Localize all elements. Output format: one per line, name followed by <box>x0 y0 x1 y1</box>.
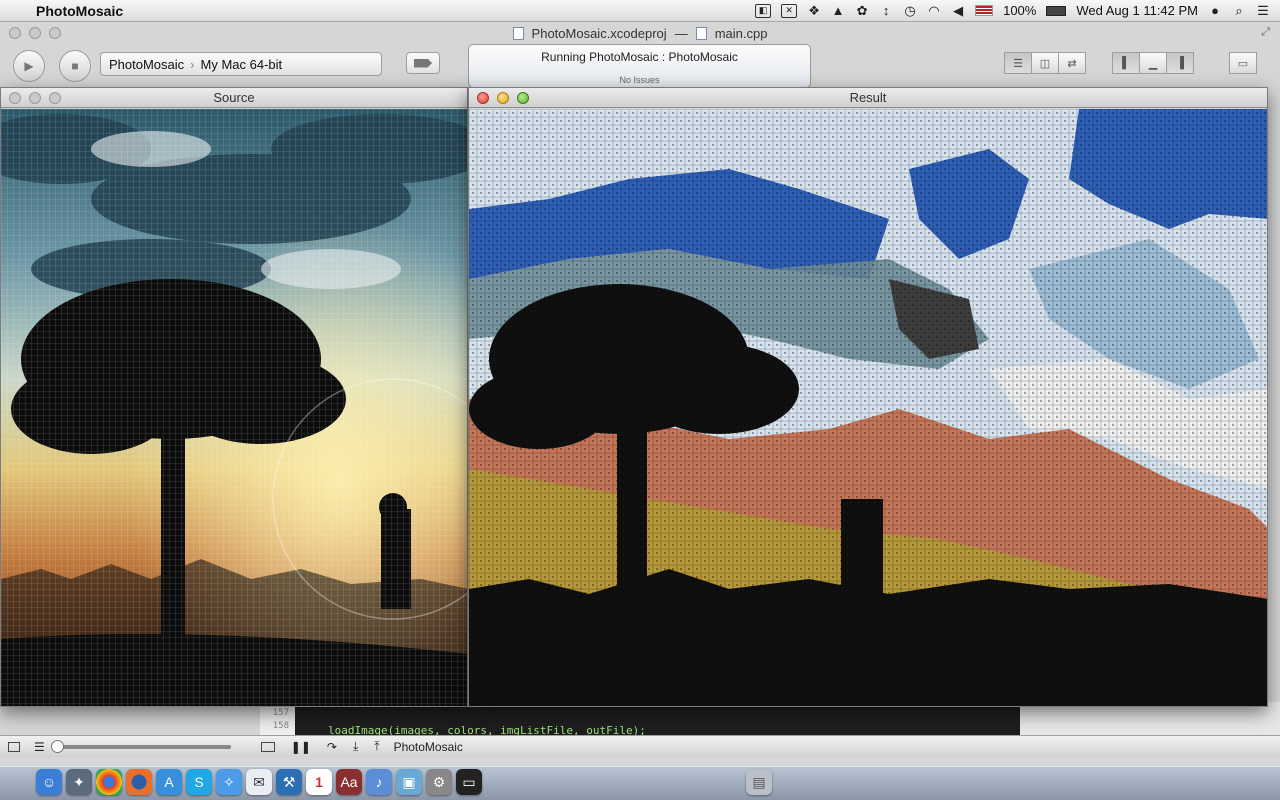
flag-icon[interactable] <box>975 5 994 16</box>
preview-icon[interactable]: ▣ <box>396 769 422 795</box>
firefox-icon[interactable] <box>126 769 152 795</box>
zoom-button[interactable] <box>49 92 61 104</box>
debug-area-toggle-icon[interactable]: ▁ <box>1139 52 1167 74</box>
dictionary-icon[interactable]: Aa <box>336 769 362 795</box>
paw-icon[interactable]: ✿ <box>855 3 869 19</box>
activity-status: Running PhotoMosaic : PhotoMosaic <box>541 50 738 64</box>
chevron-right-icon: › <box>190 56 195 72</box>
stop-icon: ■ <box>71 59 79 73</box>
play-icon: ▶ <box>24 59 34 73</box>
launchpad-icon[interactable]: ✦ <box>66 769 92 795</box>
itunes-icon[interactable]: ♪ <box>366 769 392 795</box>
fullscreen-icon[interactable]: ⤢ <box>1261 26 1270 39</box>
breakpoints-button[interactable] <box>406 52 440 74</box>
standard-editor-icon[interactable]: ☰ <box>1004 52 1032 74</box>
finder-icon[interactable]: ☺ <box>36 769 62 795</box>
organizer-icon[interactable]: ▭ <box>1229 52 1257 74</box>
minimize-button[interactable] <box>29 92 41 104</box>
safari-icon[interactable]: ✧ <box>216 769 242 795</box>
debug-bar: ☰ ❚❚ ↷ ⤓ ⤒ PhotoMosaic <box>0 735 1280 757</box>
spotlight-search-icon[interactable]: ⌕ <box>1232 3 1246 19</box>
system-preferences-icon[interactable]: ⚙ <box>426 769 452 795</box>
project-file-icon <box>512 26 524 40</box>
view-group: ▌ ▁ ▐ <box>1112 52 1194 74</box>
notification-list-icon[interactable]: ☰ <box>1256 3 1270 19</box>
wifi-icon[interactable]: ◠ <box>927 3 941 19</box>
navigator-toggle-icon[interactable]: ▌ <box>1112 52 1140 74</box>
minimize-button[interactable] <box>497 92 509 104</box>
battery-percent[interactable]: 100% <box>1003 3 1036 18</box>
time-machine-icon[interactable]: ◷ <box>903 3 917 19</box>
ical-icon[interactable]: 1 <box>306 769 332 795</box>
scheme-target: PhotoMosaic <box>109 56 185 72</box>
source-image <box>1 109 467 706</box>
scheme-destination: My Mac 64-bit <box>200 56 283 72</box>
app-store-icon[interactable]: A <box>156 769 182 795</box>
scheme-selector[interactable]: PhotoMosaic › My Mac 64-bit <box>100 52 382 76</box>
close-button[interactable] <box>9 92 21 104</box>
pause-icon[interactable]: ❚❚ <box>291 740 311 754</box>
debug-area-toggle[interactable] <box>260 741 275 752</box>
clock[interactable]: Wed Aug 1 11:42 PM <box>1076 3 1198 18</box>
sync-arrows-icon[interactable]: ↕ <box>879 3 893 19</box>
terminal-icon[interactable]: ▭ <box>456 769 482 795</box>
user-icon[interactable]: ● <box>1208 3 1222 19</box>
result-window: Result <box>468 87 1268 707</box>
source-window-controls <box>9 92 61 104</box>
filter-list-icon[interactable]: ☰ <box>34 740 45 754</box>
file-title: main.cpp <box>714 25 768 41</box>
result-window-titlebar[interactable]: Result <box>469 88 1267 108</box>
x-menu-icon[interactable]: ✕ <box>781 3 798 18</box>
trash-icon[interactable]: ▤ <box>746 769 772 795</box>
line-gutter: 157 158 <box>260 707 295 735</box>
menu-bar: PhotoMosaic ◧ ✕ ❖ ▲ ✿ ↕ ◷ ◠ ◀ 100% Wed A… <box>0 0 1280 22</box>
step-over-icon[interactable]: ↷ <box>327 740 337 754</box>
source-window-title: Source <box>213 90 255 105</box>
xcode-title: PhotoMosaic.xcodeproj — main.cpp <box>0 22 1280 44</box>
editor-mode-group: ☰ ◫ ⇄ <box>1004 52 1086 74</box>
title-separator: — <box>674 25 688 41</box>
zoom-button[interactable] <box>517 92 529 104</box>
skype-icon[interactable]: S <box>186 769 212 795</box>
stop-button[interactable]: ■ <box>59 50 91 82</box>
close-button[interactable] <box>477 92 489 104</box>
slider-knob[interactable] <box>50 739 64 753</box>
activity-issues: No Issues <box>619 75 660 85</box>
organizer-group: ▭ <box>1229 52 1257 74</box>
result-window-title: Result <box>849 90 887 105</box>
step-out-icon[interactable]: ⤒ <box>374 739 379 754</box>
volume-icon[interactable]: ◀ <box>951 3 965 19</box>
result-window-controls <box>477 92 529 104</box>
version-editor-icon[interactable]: ⇄ <box>1058 52 1086 74</box>
source-window: Source <box>0 87 468 707</box>
menu-extra-icon[interactable]: ◧ <box>755 3 772 18</box>
step-in-icon[interactable]: ⤓ <box>353 739 358 754</box>
mail-icon[interactable]: ✉ <box>246 769 272 795</box>
breakpoint-icon <box>414 58 432 68</box>
dropbox-icon[interactable]: ❖ <box>807 3 821 19</box>
source-window-titlebar[interactable]: Source <box>1 88 467 108</box>
utilities-toggle-icon[interactable]: ▐ <box>1166 52 1194 74</box>
mosaic-image <box>469 109 1267 706</box>
line-number: 158 <box>272 721 289 731</box>
chrome-icon[interactable] <box>96 769 122 795</box>
app-menu[interactable]: PhotoMosaic <box>36 3 123 19</box>
cpp-file-icon <box>695 26 707 40</box>
google-drive-icon[interactable]: ▲ <box>831 3 845 19</box>
assistant-editor-icon[interactable]: ◫ <box>1031 52 1059 74</box>
line-number: 157 <box>272 708 289 718</box>
run-button[interactable]: ▶ <box>13 50 45 82</box>
process-label[interactable]: PhotoMosaic <box>394 740 463 754</box>
xcode-icon[interactable]: ⚒ <box>276 769 302 795</box>
project-title: PhotoMosaic.xcodeproj <box>531 25 667 41</box>
show-hide-navigator-icon[interactable] <box>8 741 20 752</box>
dock: ☺ ✦ A S ✧ ✉ ⚒ 1 Aa ♪ ▣ ⚙ ▭ ▤ <box>0 766 1280 800</box>
zoom-slider[interactable] <box>50 739 231 753</box>
battery-icon[interactable] <box>1046 5 1067 16</box>
activity-viewer: Running PhotoMosaic : PhotoMosaic No Iss… <box>468 44 811 88</box>
